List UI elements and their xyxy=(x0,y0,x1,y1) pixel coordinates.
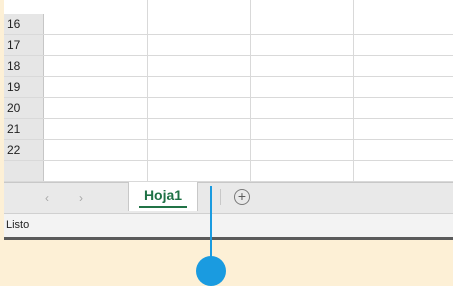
grid-row: 21 xyxy=(4,119,453,140)
prev-sheet-button[interactable]: ‹ xyxy=(40,191,54,205)
row-header-17[interactable]: 17 xyxy=(4,35,44,55)
row-header-19[interactable]: 19 xyxy=(4,77,44,97)
tab-separator xyxy=(220,189,221,205)
excel-window: 16 17 18 19 20 21 22 ‹ › Hoja1 + Listo xyxy=(4,0,453,240)
active-tab-underline xyxy=(139,206,187,208)
worksheet-grid[interactable]: 16 17 18 19 20 21 22 xyxy=(4,0,453,182)
row-header-partial[interactable] xyxy=(4,161,44,181)
sheet-tabs-bar: ‹ › Hoja1 + xyxy=(4,182,453,213)
window-bottom-border xyxy=(4,237,453,240)
grid-row: 16 xyxy=(4,14,453,35)
callout-marker xyxy=(196,256,226,286)
sheet-tab-hoja1[interactable]: Hoja1 xyxy=(128,182,198,211)
row-header-21[interactable]: 21 xyxy=(4,119,44,139)
row-header-22[interactable]: 22 xyxy=(4,140,44,160)
row-header-20[interactable]: 20 xyxy=(4,98,44,118)
row-header-16[interactable]: 16 xyxy=(4,14,44,34)
grid-row: 17 xyxy=(4,35,453,56)
grid-row: 19 xyxy=(4,77,453,98)
grid-row: 18 xyxy=(4,56,453,77)
grid-row: 20 xyxy=(4,98,453,119)
callout-line xyxy=(210,186,212,258)
sheet-tab-label: Hoja1 xyxy=(143,187,183,203)
row-header-18[interactable]: 18 xyxy=(4,56,44,76)
next-sheet-button[interactable]: › xyxy=(74,191,88,205)
status-bar: Listo xyxy=(4,213,453,237)
status-text: Listo xyxy=(6,219,30,231)
grid-row xyxy=(4,161,453,182)
add-sheet-icon[interactable]: + xyxy=(234,189,250,205)
grid-row: 22 xyxy=(4,140,453,161)
